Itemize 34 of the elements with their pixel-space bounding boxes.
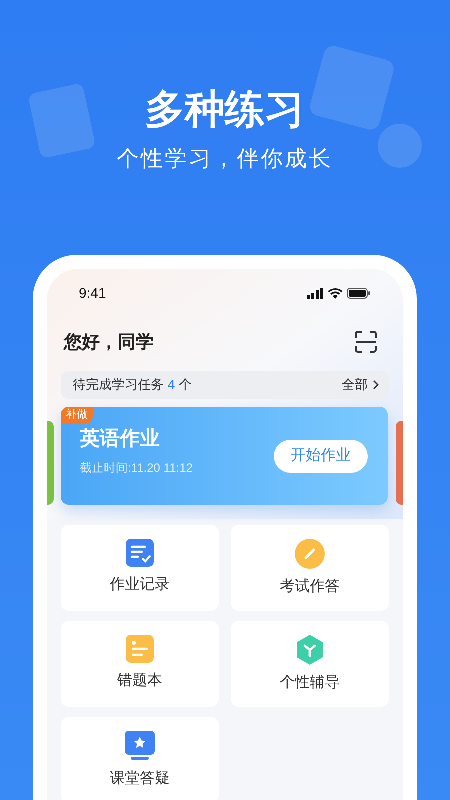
feature-tile[interactable]: 作业记录 [61, 525, 219, 611]
feature-label: 个性辅导 [280, 673, 340, 693]
pencil-icon [295, 539, 325, 569]
assignment-title: 英语作业 [80, 427, 161, 452]
list-check-icon [126, 539, 154, 567]
wifi-icon [328, 288, 343, 298]
deadline-text: 截止时间:11.20 11:12 [80, 460, 193, 477]
star-board-icon [125, 731, 155, 761]
feature-label: 错题本 [118, 671, 162, 691]
task-bar[interactable]: 待完成学习任务 4 个 全部 [61, 371, 389, 399]
chevron-right-icon [373, 380, 379, 390]
greeting-text: 您好，同学 [64, 330, 154, 354]
feature-label: 作业记录 [110, 575, 170, 595]
task-unit: 个 [179, 376, 192, 394]
view-all-link[interactable]: 全部 [342, 375, 368, 395]
headline: 多种练习 [145, 87, 305, 134]
note-icon [126, 635, 154, 663]
side-card[interactable] [396, 421, 403, 505]
task-count: 4 [168, 376, 176, 394]
signal-icon [307, 288, 324, 298]
battery-icon [347, 288, 371, 298]
makeup-badge: 补做 [61, 407, 93, 424]
feature-tile[interactable]: 考试作答 [231, 525, 389, 611]
feature-label: 考试作答 [280, 577, 340, 597]
feature-label: 课堂答疑 [110, 769, 170, 789]
hexagon-icon [296, 635, 324, 665]
task-label: 待完成学习任务 [73, 376, 164, 394]
side-card[interactable] [47, 421, 54, 505]
feature-tile[interactable]: 个性辅导 [231, 621, 389, 707]
subheadline: 个性学习，伴你成长 [117, 145, 333, 173]
feature-tile[interactable]: 课堂答疑 [61, 717, 219, 800]
scan-icon[interactable] [355, 331, 377, 353]
status-time: 9:41 [79, 284, 106, 302]
feature-tile[interactable]: 错题本 [61, 621, 219, 707]
